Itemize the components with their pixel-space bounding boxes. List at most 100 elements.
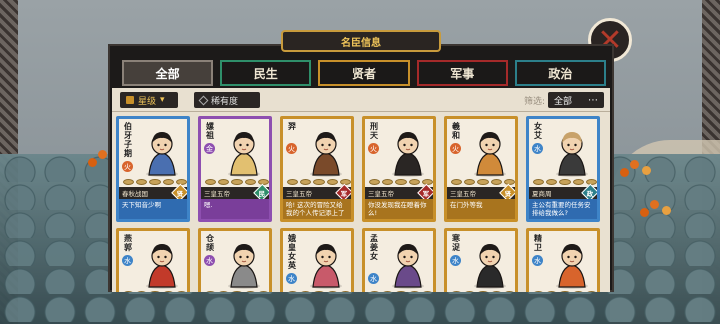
- star-icon: [149, 291, 161, 292]
- minister-quote: 哈! 这次的冒险又给我的个人传记添上了: [283, 199, 351, 219]
- rarity-toggle[interactable]: 稀有度: [194, 92, 260, 108]
- star-icon: [231, 179, 243, 185]
- screen-value: 全部: [554, 96, 573, 107]
- star-icon: [369, 291, 381, 292]
- element-icon: 金: [204, 143, 215, 154]
- panel-title: 名臣信息: [281, 30, 441, 52]
- star-icon: [451, 179, 463, 185]
- tab-2[interactable]: 贤者: [318, 60, 410, 86]
- tab-0[interactable]: 全部: [122, 60, 214, 86]
- category-label: 军: [422, 189, 430, 198]
- minister-card[interactable]: 羿 火 三皇五帝军哈! 这次的冒险又给我的个人传记添上了: [280, 116, 354, 222]
- tab-3[interactable]: 军事: [416, 60, 508, 86]
- star-icon: [123, 179, 135, 185]
- minister-card[interactable]: 精卫 水: [526, 228, 600, 292]
- element-icon: 水: [450, 255, 461, 266]
- element-icon: 水: [532, 255, 543, 266]
- blossom-decoration: [650, 200, 659, 209]
- minister-card[interactable]: 刑天 火 三皇五帝军你没发现我在瞪着你么!: [362, 116, 436, 222]
- tab-1[interactable]: 民生: [220, 60, 312, 86]
- category-label: 贤: [504, 189, 512, 198]
- star-icon: [313, 291, 325, 292]
- blossom-decoration: [98, 150, 107, 159]
- star-icon: [162, 291, 174, 292]
- minister-card[interactable]: 仓颉 水: [198, 228, 272, 292]
- minister-name: 羿: [288, 122, 296, 131]
- star-icon: [408, 179, 420, 185]
- star-icon: [326, 179, 338, 185]
- minister-quote: 主公有重要的任务安排给我做么?: [529, 199, 597, 219]
- minister-name: 刑天: [370, 122, 378, 140]
- tab-4[interactable]: 政治: [514, 60, 607, 86]
- minister-card[interactable]: 伯牙子期 火 春秋战国贤天下知音少啊: [116, 116, 190, 222]
- minister-card[interactable]: 羲和 火 三皇五帝贤在门外等我: [444, 116, 518, 222]
- star-icon: [136, 291, 148, 292]
- portrait-image: [310, 132, 342, 177]
- minister-grid: 伯牙子期 火 春秋战国贤天下知音少啊 嫘祖 金 三皇五帝民嗯. 羿 火 三皇五帝军哈…: [112, 112, 610, 292]
- portrait-image: [146, 132, 178, 177]
- screen-dropdown[interactable]: 全部 ⋯: [548, 92, 604, 108]
- portrait-image: [310, 244, 342, 289]
- star-icon: [477, 291, 489, 292]
- minister-card[interactable]: 娥皇女英 水: [280, 228, 354, 292]
- star-icon: [123, 291, 135, 292]
- category-tabs: 全部 民生 贤者 军事 政治: [122, 60, 607, 86]
- sort-icon: [126, 96, 134, 104]
- star-icon: [205, 179, 217, 185]
- star-rating: [287, 291, 351, 292]
- star-icon: [231, 291, 243, 292]
- star-icon: [218, 179, 230, 185]
- minister-name: 嫘祖: [206, 122, 214, 140]
- minister-quote: 你没发现我在瞪着你么!: [365, 199, 433, 219]
- minister-quote: 在门外等我: [447, 199, 515, 219]
- star-icon: [149, 179, 161, 185]
- star-icon: [546, 179, 558, 185]
- minister-name: 燕郭: [124, 234, 132, 252]
- minister-name: 伯牙子期: [124, 122, 132, 158]
- diamond-icon: [198, 95, 209, 105]
- star-icon: [421, 291, 433, 292]
- blossom-decoration: [630, 160, 639, 169]
- portrait-image: [228, 244, 260, 289]
- minister-name: 寒浞: [452, 234, 460, 252]
- sort-dropdown[interactable]: 星级 ▾: [120, 92, 178, 108]
- star-icon: [572, 179, 584, 185]
- star-icon: [451, 291, 463, 292]
- minister-name: 精卫: [534, 234, 542, 252]
- star-icon: [559, 291, 571, 292]
- minister-quote: 嗯.: [201, 199, 269, 219]
- star-icon: [339, 291, 351, 292]
- star-icon: [464, 291, 476, 292]
- element-icon: 火: [450, 143, 461, 154]
- star-icon: [533, 179, 545, 185]
- element-icon: 火: [122, 161, 133, 172]
- star-icon: [382, 179, 394, 185]
- element-icon: 水: [532, 143, 543, 154]
- minister-card[interactable]: 寒浞 水: [444, 228, 518, 292]
- category-label: 民: [258, 189, 266, 198]
- minister-quote: 天下知音少啊: [119, 199, 187, 219]
- star-icon: [382, 291, 394, 292]
- portrait-image: [392, 132, 424, 177]
- star-icon: [287, 179, 299, 185]
- element-icon: 水: [286, 273, 297, 284]
- element-icon: 水: [368, 273, 379, 284]
- star-rating: [533, 291, 597, 292]
- sort-label: 星级: [138, 96, 157, 107]
- minister-card[interactable]: 女艾 水 夏商周政主公有重要的任务安排给我做么?: [526, 116, 600, 222]
- element-icon: 水: [122, 255, 133, 266]
- minister-card[interactable]: 燕郭 水: [116, 228, 190, 292]
- minister-card[interactable]: 嫘祖 金 三皇五帝民嗯.: [198, 116, 272, 222]
- star-icon: [205, 291, 217, 292]
- portrait-image: [474, 132, 506, 177]
- filter-bar: 星级 ▾ 稀有度 筛选: 全部 ⋯: [112, 88, 610, 112]
- star-icon: [369, 179, 381, 185]
- minister-card[interactable]: 孟姜女 水: [362, 228, 436, 292]
- star-rating: [533, 179, 597, 185]
- star-icon: [585, 291, 597, 292]
- screen-label: 筛选:: [524, 96, 546, 107]
- minister-name: 娥皇女英: [288, 234, 296, 270]
- star-rating: [451, 291, 515, 292]
- star-rating: [369, 179, 433, 185]
- element-icon: 火: [286, 143, 297, 154]
